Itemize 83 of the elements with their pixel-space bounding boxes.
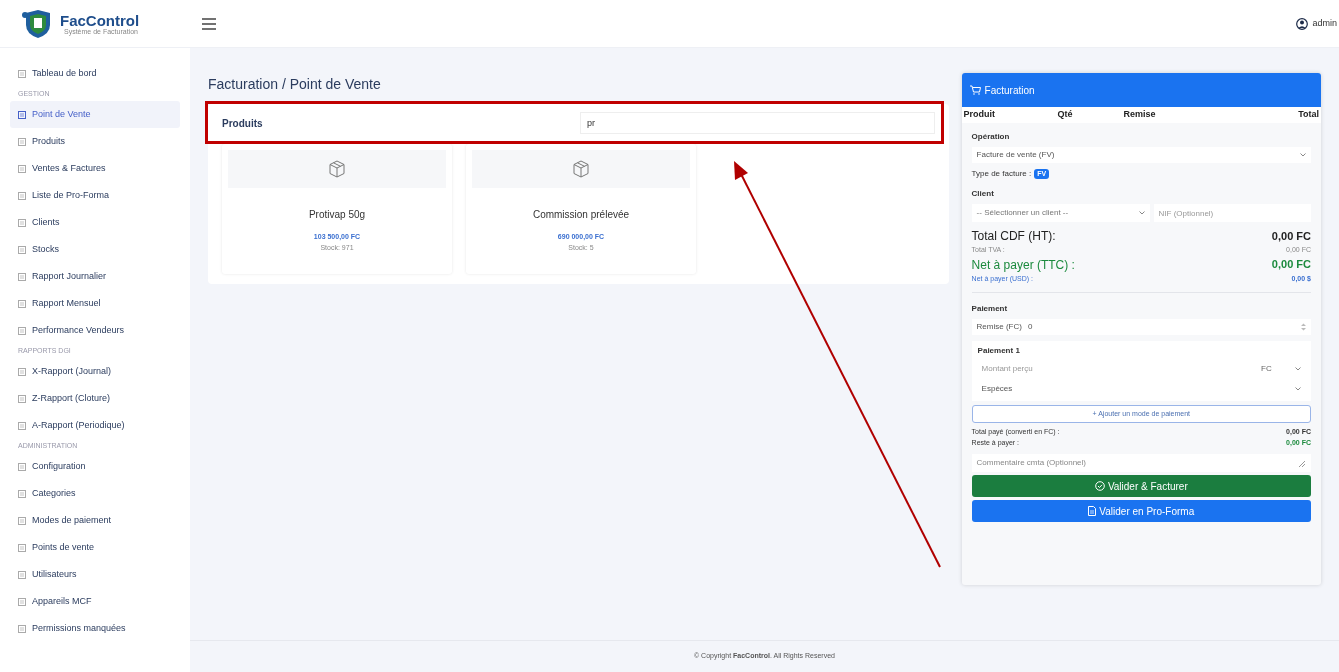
sidebar-item[interactable]: Liste de Pro-Forma bbox=[10, 182, 180, 209]
column-header: Qté bbox=[1057, 108, 1074, 122]
sidebar-item[interactable]: X-Rapport (Journal) bbox=[10, 358, 180, 385]
total-label: Net à payer (TTC) : bbox=[971, 256, 1075, 274]
sidebar-item[interactable]: A-Rapport (Periodique) bbox=[10, 412, 180, 439]
check-circle-icon bbox=[1094, 481, 1105, 491]
list-icon bbox=[18, 489, 26, 498]
sidebar-item[interactable]: Rapport Journalier bbox=[10, 263, 180, 290]
currency-select[interactable]: FC bbox=[1257, 362, 1305, 375]
list-icon bbox=[18, 394, 26, 403]
list-icon bbox=[18, 516, 26, 525]
list-icon bbox=[18, 191, 26, 200]
sidebar-item[interactable]: Utilisateurs bbox=[10, 561, 180, 588]
sidebar-item[interactable]: Stocks bbox=[10, 236, 180, 263]
sidebar-item[interactable]: Tableau de bord bbox=[10, 60, 180, 87]
payment-title: Paiement 1 bbox=[977, 345, 1021, 357]
sidebar-item[interactable]: Appareils MCF bbox=[10, 588, 180, 615]
list-icon bbox=[18, 110, 26, 119]
page-title: Facturation / Point de Vente bbox=[208, 75, 382, 94]
spinner-icon bbox=[1301, 323, 1306, 331]
chevron-icon bbox=[1300, 153, 1306, 157]
list-icon bbox=[18, 245, 26, 254]
list-icon bbox=[18, 543, 26, 552]
total-value: 0,00 FC bbox=[1271, 228, 1311, 244]
sidebar-item[interactable]: Point de Vente bbox=[10, 101, 180, 128]
list-icon bbox=[18, 69, 26, 78]
list-icon bbox=[18, 597, 26, 606]
column-header: Produit bbox=[963, 108, 997, 122]
resize-handle-icon bbox=[1297, 458, 1306, 468]
total-value: 0,00 FC bbox=[1271, 257, 1311, 273]
validate-button[interactable]: Valider & Facturer bbox=[971, 475, 1311, 497]
list-icon bbox=[18, 624, 26, 633]
sidebar-item[interactable]: Rapport Mensuel bbox=[10, 290, 180, 317]
list-icon bbox=[18, 570, 26, 579]
client-select[interactable]: -- Sélectionner un client -- bbox=[971, 204, 1150, 222]
cart-icon bbox=[969, 85, 981, 95]
field-label: Type de facture : bbox=[971, 168, 1032, 180]
products-title: Produits bbox=[222, 116, 264, 131]
list-icon bbox=[18, 218, 26, 227]
column-header: Remise bbox=[1123, 108, 1157, 122]
chevron-icon bbox=[1295, 366, 1301, 371]
brand-name: FacControl bbox=[60, 12, 140, 28]
comment-field[interactable]: Commentaire cmta (Optionnel) bbox=[971, 454, 1311, 472]
sidebar-item[interactable]: Modes de paiement bbox=[10, 507, 180, 534]
panel-title: Facturation bbox=[984, 83, 1035, 98]
discount-field[interactable]: Remise (FC) 0 bbox=[971, 319, 1311, 335]
list-icon bbox=[18, 299, 26, 308]
list-icon bbox=[18, 367, 26, 376]
list-icon bbox=[18, 462, 26, 471]
user-name[interactable]: admin bbox=[1312, 16, 1337, 31]
list-icon bbox=[18, 164, 26, 173]
field-label: Paiement bbox=[971, 303, 1009, 315]
column-header: Total bbox=[1297, 108, 1319, 122]
operation-select[interactable]: Facture de vente (FV) bbox=[971, 147, 1311, 163]
field-label: Client bbox=[971, 188, 995, 200]
sidebar-item[interactable]: Permissions manquées bbox=[10, 615, 180, 642]
document-icon bbox=[1088, 506, 1097, 516]
total-label: Total CDF (HT): bbox=[971, 228, 1056, 245]
sidebar-item[interactable]: Configuration bbox=[10, 453, 180, 480]
sidebar-item[interactable]: Produits bbox=[10, 128, 180, 155]
user-avatar-icon[interactable] bbox=[1296, 17, 1309, 30]
list-icon bbox=[18, 137, 26, 146]
list-icon bbox=[18, 326, 26, 335]
nif-field[interactable]: NIF (Optionnel) bbox=[1153, 204, 1311, 222]
list-icon bbox=[18, 272, 26, 281]
list-icon bbox=[18, 421, 26, 430]
search-field[interactable]: pr bbox=[580, 112, 935, 134]
box-icon bbox=[329, 160, 345, 178]
sidebar-item[interactable]: Clients bbox=[10, 209, 180, 236]
sidebar-item[interactable]: Z-Rapport (Cloture) bbox=[10, 385, 180, 412]
field-label: Opération bbox=[971, 131, 1011, 143]
box-icon bbox=[573, 160, 589, 178]
sidebar-item[interactable]: Categories bbox=[10, 480, 180, 507]
sidebar-item[interactable]: Ventes & Factures bbox=[10, 155, 180, 182]
product-name: Protivap 50g bbox=[308, 208, 366, 222]
proforma-button[interactable]: Valider en Pro-Forma bbox=[971, 500, 1311, 522]
sidebar-item[interactable]: Performance Vendeurs bbox=[10, 317, 180, 344]
method-select[interactable]: Espèces bbox=[977, 380, 1305, 397]
menu-icon[interactable] bbox=[202, 17, 216, 30]
chevron-icon bbox=[1138, 211, 1145, 215]
chevron-icon bbox=[1295, 386, 1301, 391]
sidebar-item[interactable]: Points de vente bbox=[10, 534, 180, 561]
product-name: Commission prélevée bbox=[532, 208, 630, 222]
